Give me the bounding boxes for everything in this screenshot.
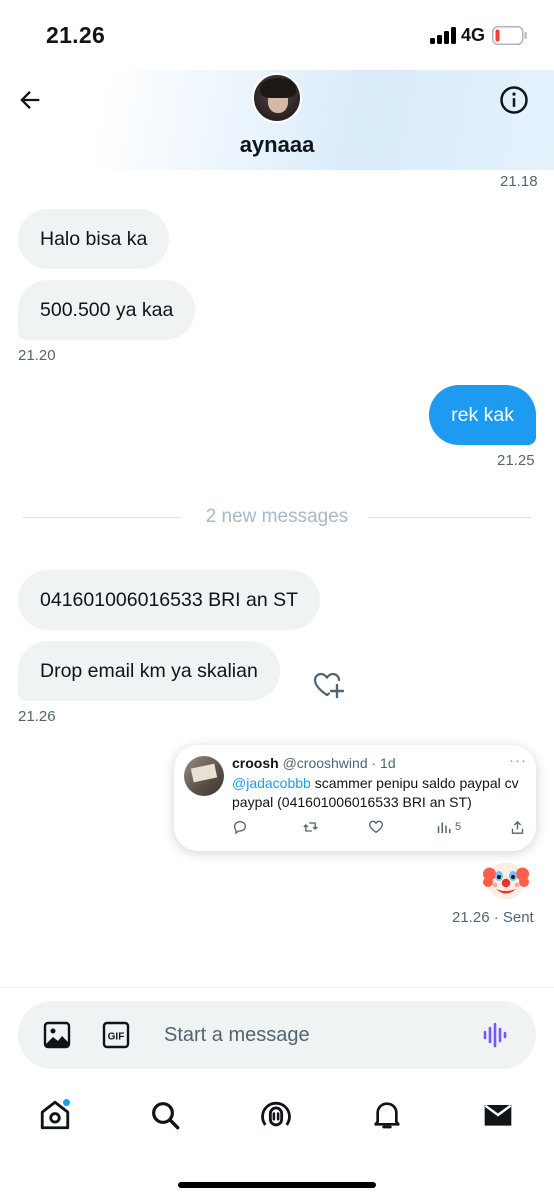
tweet-author-name[interactable]: croosh <box>232 755 279 771</box>
tweet-actions: 5 <box>232 817 528 837</box>
like-button[interactable] <box>368 817 384 837</box>
new-messages-label: 2 new messages <box>205 506 349 527</box>
retweet-button[interactable] <box>302 817 319 837</box>
tweet-author-avatar[interactable] <box>184 756 224 796</box>
share-icon <box>511 820 524 834</box>
signal-icon <box>430 27 456 44</box>
info-button[interactable] <box>496 82 532 118</box>
nav-home[interactable] <box>37 1097 73 1133</box>
views-button[interactable]: 5 <box>436 817 461 837</box>
message-composer: GIF <box>18 1001 536 1069</box>
heart-icon <box>368 820 384 834</box>
message-timestamp: 21.18 <box>500 173 538 190</box>
spaces-icon <box>261 1101 291 1127</box>
search-icon <box>152 1102 180 1130</box>
shared-tweet-card[interactable]: croosh @crooshwind · 1d ··· @jadacobbb s… <box>174 745 536 851</box>
network-type: 4G <box>461 25 486 45</box>
new-messages-divider: 2 new messages <box>22 505 532 529</box>
gif-label: GIF <box>108 1032 125 1043</box>
battery-icon <box>492 26 527 45</box>
tweet-more-button[interactable]: ··· <box>509 752 527 769</box>
retweet-icon <box>303 822 318 832</box>
voice-message-icon[interactable] <box>482 1021 510 1049</box>
message-bubble-received[interactable]: Halo bisa ka <box>18 209 170 269</box>
message-bubble-sent[interactable]: rek kak <box>429 385 536 445</box>
contact-avatar[interactable] <box>252 73 302 123</box>
message-timestamp: 21.25 <box>497 452 535 469</box>
message-timestamp: 21.20 <box>18 347 56 364</box>
add-reaction-icon[interactable] <box>312 670 346 700</box>
message-timestamp: 21.26 <box>18 708 56 725</box>
tweet-author-handle: @crooshwind <box>282 755 368 771</box>
views-icon <box>437 822 451 833</box>
back-button[interactable] <box>12 82 48 118</box>
image-icon[interactable] <box>43 1021 71 1049</box>
conversation-header: aynaaa <box>0 70 554 170</box>
back-arrow-icon <box>20 91 40 109</box>
share-button[interactable] <box>510 817 525 837</box>
reply-icon <box>233 820 247 835</box>
info-icon <box>500 86 528 114</box>
message-bubble-received[interactable]: 500.500 ya kaa <box>18 280 196 340</box>
gif-icon[interactable]: GIF <box>102 1021 130 1049</box>
clown-face-emoji[interactable] <box>482 856 530 904</box>
status-time: 21.26 <box>46 22 106 48</box>
tweet-header: croosh @crooshwind · 1d <box>232 755 396 772</box>
sent-status: 21.26 · Sent <box>452 909 534 926</box>
messages-icon <box>484 1104 512 1126</box>
tweet-mention-link[interactable]: @jadacobbb <box>232 775 311 791</box>
nav-messages[interactable] <box>480 1097 516 1133</box>
nav-notifications[interactable] <box>369 1097 405 1133</box>
message-input[interactable] <box>164 1001 464 1069</box>
composer-divider <box>0 987 554 988</box>
tweet-time: · 1d <box>371 755 396 771</box>
contact-name[interactable]: aynaaa <box>0 132 554 158</box>
views-count: 5 <box>455 821 462 833</box>
tweet-text: @jadacobbb scammer penipu saldo paypal c… <box>232 774 528 811</box>
nav-spaces[interactable] <box>258 1097 294 1133</box>
status-bar: 21.26 4G <box>0 0 554 70</box>
notification-dot <box>62 1098 71 1107</box>
notifications-icon <box>374 1102 400 1129</box>
nav-search[interactable] <box>147 1097 183 1133</box>
message-bubble-received[interactable]: Drop email km ya skalian <box>18 641 280 701</box>
home-indicator <box>178 1182 376 1188</box>
message-bubble-received[interactable]: 041601006016533 BRI an ST <box>18 570 321 630</box>
reply-button[interactable] <box>232 817 248 837</box>
